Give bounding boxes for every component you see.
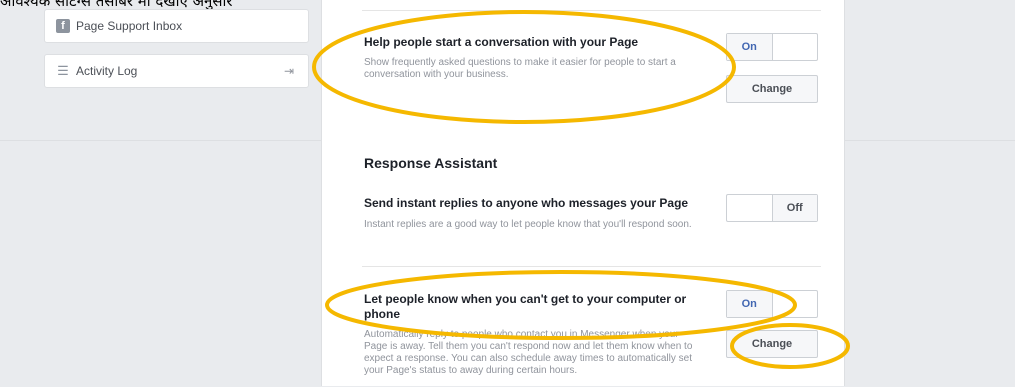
- sidebar-item-label: Activity Log: [76, 64, 138, 78]
- instant-replies-toggle[interactable]: Off: [726, 194, 818, 222]
- section-heading-response-assistant: Response Assistant: [364, 155, 498, 171]
- toggle-off-label[interactable]: [773, 291, 818, 317]
- toggle-off-label[interactable]: Off: [771, 195, 817, 221]
- instant-replies-description: Instant replies are a good way to let pe…: [364, 219, 692, 230]
- conversation-setting-description: Show frequently asked questions to make …: [364, 57, 676, 80]
- exit-icon: ⇥: [283, 64, 294, 78]
- conversation-toggle[interactable]: On: [726, 33, 818, 61]
- toggle-on-label[interactable]: On: [727, 291, 773, 317]
- conversation-setting-title: Help people start a conversation with yo…: [364, 35, 639, 49]
- sidebar-item-page-support-inbox[interactable]: f Page Support Inbox: [44, 9, 309, 43]
- list-icon: ☰: [57, 63, 69, 78]
- sidebar-item-label: Page Support Inbox: [76, 19, 183, 33]
- away-message-toggle[interactable]: On: [726, 290, 818, 318]
- divider: [362, 10, 821, 11]
- sidebar-item-activity-log[interactable]: ☰ Activity Log ⇥: [44, 54, 309, 88]
- away-message-change-button[interactable]: Change: [726, 330, 818, 358]
- toggle-on-label[interactable]: [727, 195, 772, 221]
- divider: [362, 266, 821, 267]
- away-message-title: Let people know when you can't get to yo…: [364, 292, 687, 321]
- away-message-description: Automatically reply to people who contac…: [364, 329, 693, 376]
- facebook-icon: f: [56, 19, 70, 33]
- toggle-off-label[interactable]: [773, 34, 818, 60]
- toggle-on-label[interactable]: On: [727, 34, 773, 60]
- conversation-change-button[interactable]: Change: [726, 75, 818, 103]
- instant-replies-title: Send instant replies to anyone who messa…: [364, 196, 689, 210]
- messaging-settings-panel: Help people start a conversation with yo…: [321, 0, 845, 386]
